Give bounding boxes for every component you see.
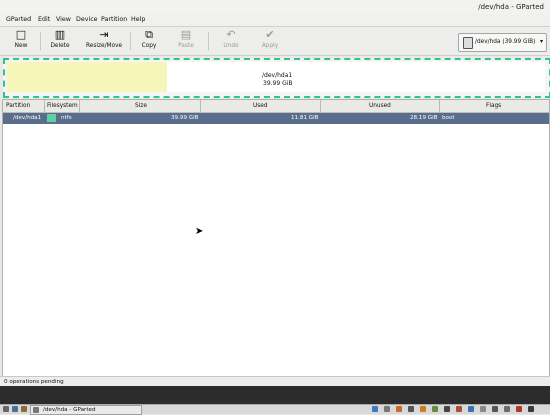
column-unused[interactable]: Unused: [369, 103, 391, 109]
menu-partition[interactable]: Partition: [101, 16, 127, 23]
column-divider: [439, 100, 440, 112]
mouse-pointer-icon: ➤: [195, 226, 204, 237]
column-divider: [320, 100, 321, 112]
cell-flags: boot: [442, 115, 455, 121]
apply-button[interactable]: ✔ Apply: [260, 28, 280, 50]
apply-label: Apply: [261, 43, 279, 49]
partition-used-space: [7, 62, 167, 92]
tray-icon[interactable]: [468, 406, 474, 412]
new-button[interactable]: □ New: [12, 28, 30, 50]
menu-gparted[interactable]: GParted: [6, 16, 31, 23]
tray-icon[interactable]: [480, 406, 486, 412]
column-flags[interactable]: Flags: [486, 103, 501, 109]
menubar: GParted Edit View Device Partition Help: [0, 14, 550, 27]
column-divider: [79, 100, 80, 112]
disk-graphic-size-label: 39.99 GiB: [263, 80, 293, 87]
tray-volume-icon[interactable]: [384, 406, 390, 412]
new-label: New: [14, 43, 28, 49]
tray-icon[interactable]: [432, 406, 438, 412]
device-selector[interactable]: /dev/hda (39.99 GiB) ▾: [458, 33, 547, 52]
partition-list: Partition Filesystem Size Used Unused Fl…: [2, 99, 550, 377]
resize-label: Resize/Move: [86, 43, 123, 49]
table-row[interactable]: /dev/hda1 ntfs 39.99 GiB 11.81 GiB 28.19…: [3, 113, 549, 124]
delete-label: Delete: [50, 43, 70, 49]
tray-icon[interactable]: [456, 406, 462, 412]
column-size[interactable]: Size: [135, 103, 147, 109]
tray-icon[interactable]: [420, 406, 426, 412]
column-used[interactable]: Used: [253, 103, 268, 109]
window-titlebar: /dev/hda - GParted: [0, 0, 550, 15]
paste-icon: ▤: [180, 28, 192, 41]
delete-button[interactable]: ▥ Delete: [50, 28, 70, 50]
menu-view[interactable]: View: [56, 16, 71, 23]
tray-icon[interactable]: [504, 406, 510, 412]
paste-button[interactable]: ▤ Paste: [176, 28, 196, 50]
tray-monitor-icon[interactable]: [408, 406, 414, 412]
gparted-icon: [33, 407, 39, 413]
paste-label: Paste: [178, 43, 194, 49]
disk-graphic-partition-label: /dev/hda1: [262, 72, 293, 79]
column-divider: [44, 100, 45, 112]
menu-icon[interactable]: [3, 406, 9, 412]
partition-list-header: Partition Filesystem Size Used Unused Fl…: [3, 100, 549, 113]
window-title: /dev/hda - GParted: [478, 3, 544, 11]
desktop-icon[interactable]: [12, 406, 18, 412]
partition-unused-space: [167, 62, 545, 92]
status-text: 0 operations pending: [4, 379, 64, 385]
copy-icon: ⧉: [145, 28, 153, 41]
resize-icon: ⇥: [99, 28, 109, 41]
filesystem-color-swatch: [47, 114, 56, 122]
cell-filesystem: ntfs: [61, 115, 72, 121]
column-divider: [200, 100, 201, 112]
tray-network-icon[interactable]: [372, 406, 378, 412]
harddisk-icon: [463, 37, 473, 49]
tray-icon[interactable]: [444, 406, 450, 412]
column-partition[interactable]: Partition: [6, 103, 30, 109]
menu-edit[interactable]: Edit: [38, 16, 50, 23]
taskbar-window-label: /dev/hda - GParted: [43, 407, 96, 413]
toolbar-separator: [40, 32, 41, 50]
apply-icon: ✔: [265, 28, 275, 41]
copy-button[interactable]: ⧉ Copy: [140, 28, 158, 50]
tray-icon[interactable]: [528, 406, 534, 412]
device-selector-value: /dev/hda (39.99 GiB): [475, 39, 536, 45]
undo-label: Undo: [223, 43, 239, 49]
tray-app-icon[interactable]: [396, 406, 402, 412]
copy-label: Copy: [141, 43, 157, 49]
cell-unused: 28.19 GiB: [410, 115, 438, 121]
resize-move-button[interactable]: ⇥ Resize/Move: [86, 28, 123, 50]
tray-icon[interactable]: [492, 406, 498, 412]
toolbar-separator: [130, 32, 131, 50]
cell-partition: /dev/hda1: [13, 115, 42, 121]
undo-icon: ↶: [226, 28, 236, 41]
menu-device[interactable]: Device: [76, 16, 98, 23]
chevron-down-icon: ▾: [539, 38, 543, 45]
delete-icon: ▥: [54, 28, 66, 41]
cell-size: 39.99 GiB: [171, 115, 199, 121]
disk-graphic[interactable]: /dev/hda1 39.99 GiB: [3, 58, 550, 98]
desktop-strip: [0, 386, 550, 404]
taskbar-window-gparted[interactable]: /dev/hda - GParted: [30, 405, 142, 415]
cell-used: 11.81 GiB: [291, 115, 319, 121]
menu-help[interactable]: Help: [131, 16, 145, 23]
tray-icon[interactable]: [516, 406, 522, 412]
new-icon: □: [15, 28, 27, 41]
undo-button[interactable]: ↶ Undo: [222, 28, 240, 50]
toolbar-separator: [208, 32, 209, 50]
column-filesystem[interactable]: Filesystem: [47, 103, 78, 109]
terminal-icon[interactable]: [21, 406, 27, 412]
